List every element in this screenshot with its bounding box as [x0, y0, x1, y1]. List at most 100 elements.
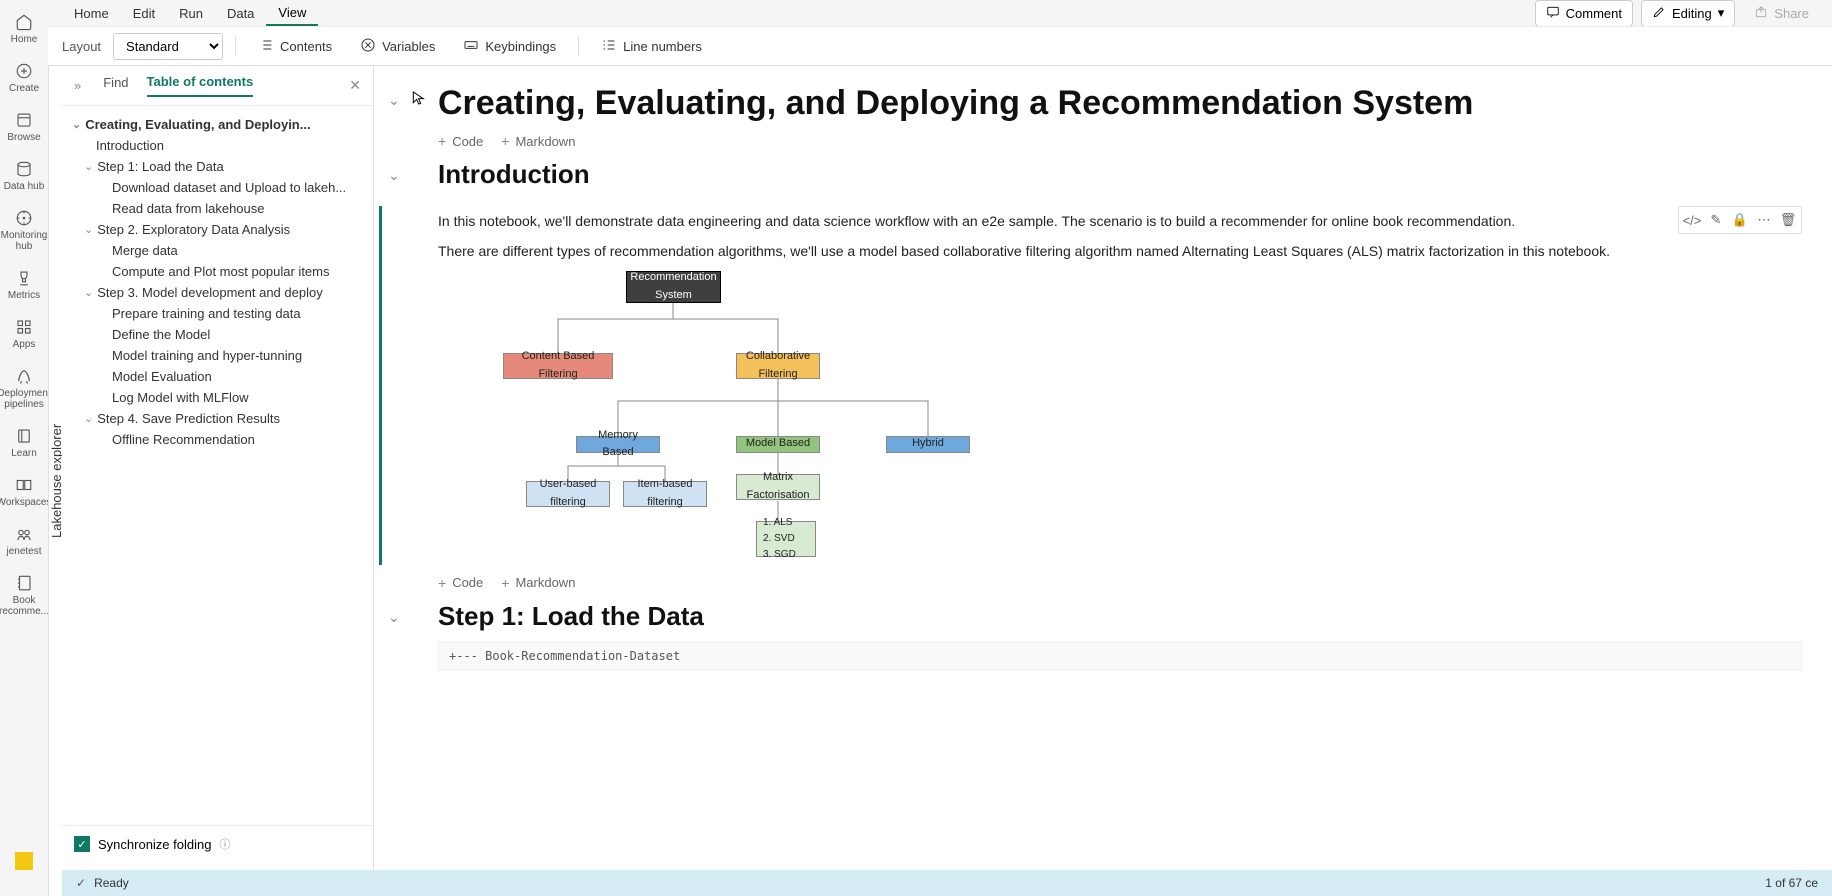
layout-select[interactable]: Standard [113, 33, 223, 60]
toc-item[interactable]: Log Model with MLFlow [62, 387, 373, 408]
nav-metrics[interactable]: Metrics [0, 262, 48, 307]
toc-item[interactable]: ⌄Step 4. Save Prediction Results [62, 408, 373, 429]
toc-item[interactable]: Merge data [62, 240, 373, 261]
comment-button[interactable]: Comment [1535, 0, 1633, 27]
lakehouse-explorer-tab[interactable]: Lakehouse explorer [48, 66, 62, 896]
nav-bookrec[interactable]: Book recomme... [0, 567, 48, 623]
variable-icon [360, 37, 376, 56]
chevron-down-icon: ⌄ [84, 160, 93, 173]
browse-icon [14, 110, 34, 130]
intro-p1: In this notebook, we'll demonstrate data… [438, 210, 1802, 232]
toc-item[interactable]: Define the Model [62, 324, 373, 345]
toc-item[interactable]: Prepare training and testing data [62, 303, 373, 324]
toc-item[interactable]: Read data from lakehouse [62, 198, 373, 219]
step1-heading: Step 1: Load the Data [438, 601, 1802, 632]
diagram-hybrid: Hybrid [886, 436, 970, 453]
close-panel-button[interactable]: ✕ [349, 77, 361, 94]
status-text: Ready [94, 876, 129, 890]
trophy-icon [14, 268, 34, 288]
toc-item[interactable]: ⌄Step 2. Exploratory Data Analysis [62, 219, 373, 240]
nav-create[interactable]: Create [0, 55, 48, 100]
menu-run[interactable]: Run [167, 2, 215, 25]
chevron-down-icon: ⌄ [84, 286, 93, 299]
monitor-icon [14, 208, 34, 228]
book-icon [14, 426, 34, 446]
notebook-title: Creating, Evaluating, and Deploying a Re… [438, 84, 1802, 123]
sync-folding-row: ✓ Synchronize folding ⓘ [62, 825, 373, 862]
database-icon [14, 159, 34, 179]
add-markdown-button[interactable]: +Markdown [501, 133, 575, 149]
nav-workspaces[interactable]: Workspaces [0, 469, 48, 514]
share-icon [1754, 5, 1768, 22]
intro-heading-cell: ⌄ Introduction [382, 159, 1802, 190]
diagram-algos: 1. ALS 2. SVD 3. SGD [756, 521, 816, 557]
code-cell-preview[interactable]: +--- Book-Recommendation-Dataset [438, 642, 1802, 670]
keybindings-button[interactable]: Keybindings [453, 33, 566, 60]
nav-rail: Home Create Browse Data hub Monitoring h… [0, 0, 48, 896]
side-panel: » Find Table of contents ✕ ⌄Creating, Ev… [62, 66, 374, 896]
toc-item[interactable]: Introduction [62, 135, 373, 156]
view-toolbar: Layout Standard Contents Variables Keybi… [48, 26, 1832, 66]
add-code-button[interactable]: +Code [438, 133, 483, 149]
recommendation-diagram: Recommendation System Content Based Filt… [478, 271, 998, 561]
sync-checkbox[interactable]: ✓ [74, 836, 90, 852]
nav-monitoring[interactable]: Monitoring hub [0, 202, 48, 258]
chevron-down-icon: ⌄ [72, 118, 81, 131]
add-markdown-button[interactable]: +Markdown [501, 575, 575, 591]
diagram-collab-filtering: Collaborative Filtering [736, 353, 820, 379]
home-icon [14, 12, 34, 32]
diagram-user: User-based filtering [526, 481, 610, 507]
add-cell-row: +Code +Markdown [438, 133, 1802, 149]
toc-item[interactable]: Offline Recommendation [62, 429, 373, 450]
nav-browse[interactable]: Browse [0, 104, 48, 149]
intro-content-cell[interactable]: </> ✎ 🔒 ⋯ 🗑 In this notebook, we'll demo… [382, 206, 1802, 565]
find-tab[interactable]: Find [103, 75, 128, 96]
collapse-panel-icon[interactable]: » [74, 78, 81, 93]
toc-list: ⌄Creating, Evaluating, and Deployin...In… [62, 106, 373, 458]
cell-counter: 1 of 67 ce [1765, 876, 1818, 890]
contents-button[interactable]: Contents [248, 33, 342, 60]
nav-home[interactable]: Home [0, 6, 48, 51]
rocket-icon [14, 366, 34, 386]
toc-item[interactable]: Compute and Plot most popular items [62, 261, 373, 282]
toc-item[interactable]: Download dataset and Upload to lakeh... [62, 177, 373, 198]
diagram-model: Model Based [736, 436, 820, 453]
add-code-button[interactable]: +Code [438, 575, 483, 591]
nav-powerbi[interactable] [0, 846, 48, 876]
toc-tab[interactable]: Table of contents [147, 74, 254, 97]
diagram-item: Item-based filtering [623, 481, 707, 507]
layout-label: Layout [62, 39, 101, 54]
keyboard-icon [463, 37, 479, 56]
nav-jenetest[interactable]: jenetest [0, 518, 48, 563]
menu-home[interactable]: Home [62, 2, 121, 25]
notebook-icon [14, 573, 34, 593]
add-cell-row-2: +Code +Markdown [438, 575, 1802, 591]
info-icon[interactable]: ⓘ [219, 836, 230, 852]
menu-view[interactable]: View [266, 1, 318, 26]
toc-item[interactable]: ⌄Creating, Evaluating, and Deployin... [62, 114, 373, 135]
menu-edit[interactable]: Edit [121, 2, 167, 25]
list-icon [258, 37, 274, 56]
share-button[interactable]: Share [1743, 0, 1820, 27]
nav-learn[interactable]: Learn [0, 420, 48, 465]
nav-datahub[interactable]: Data hub [0, 153, 48, 198]
linenumbers-button[interactable]: Line numbers [591, 33, 712, 60]
toc-item[interactable]: Model training and hyper-tunning [62, 345, 373, 366]
fold-icon[interactable]: ⌄ [388, 92, 400, 109]
nav-pipelines[interactable]: Deployment pipelines [0, 360, 48, 416]
editing-button[interactable]: Editing ▾ [1641, 0, 1735, 27]
nav-apps[interactable]: Apps [0, 311, 48, 356]
status-bar: ✓ Ready 1 of 67 ce [62, 870, 1832, 896]
diagram-content-filtering: Content Based Filtering [503, 353, 613, 379]
apps-icon [14, 317, 34, 337]
fold-icon[interactable]: ⌄ [388, 609, 400, 626]
numbered-list-icon [601, 37, 617, 56]
toc-item[interactable]: ⌄Step 1: Load the Data [62, 156, 373, 177]
toc-item[interactable]: Model Evaluation [62, 366, 373, 387]
fold-icon[interactable]: ⌄ [388, 167, 400, 184]
intro-p2: There are different types of recommendat… [438, 240, 1802, 262]
menu-data[interactable]: Data [215, 2, 266, 25]
variables-button[interactable]: Variables [350, 33, 445, 60]
menu-bar: Home Edit Run Data View Comment Editing … [48, 0, 1832, 26]
toc-item[interactable]: ⌄Step 3. Model development and deploy [62, 282, 373, 303]
